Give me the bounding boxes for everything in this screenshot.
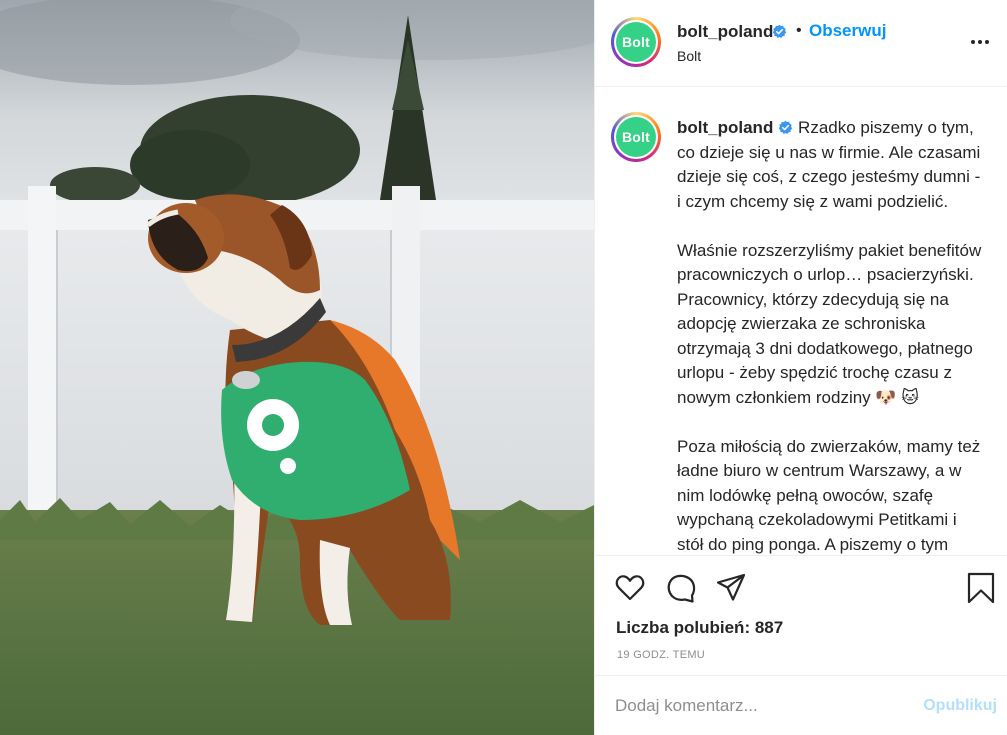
post-sidebar: Bolt bolt_poland • Obserwuj Bolt Bolt bo… <box>594 0 1007 735</box>
comments-section[interactable]: Bolt bolt_poland Rzadko piszemy o tym, c… <box>595 88 1007 555</box>
caption-text: Rzadko piszemy o tym, co dzieje się u na… <box>677 118 982 554</box>
verified-badge-icon <box>779 120 793 134</box>
caption-username[interactable]: bolt_poland <box>677 118 773 137</box>
likes-count[interactable]: Liczba polubień: 887 <box>616 618 783 638</box>
post-header: Bolt bolt_poland • Obserwuj Bolt <box>595 0 1007 87</box>
separator-dot: • <box>796 22 802 39</box>
bolt-logo: Bolt <box>616 117 656 157</box>
dog-photo-image <box>0 0 594 735</box>
post-photo[interactable] <box>0 0 594 735</box>
comment-icon[interactable] <box>665 572 697 604</box>
caption-avatar[interactable]: Bolt <box>611 112 661 162</box>
heart-icon[interactable] <box>614 572 646 604</box>
more-options-icon[interactable] <box>967 30 993 54</box>
account-username[interactable]: bolt_poland <box>677 22 773 42</box>
follow-button[interactable]: Obserwuj <box>809 21 886 41</box>
bolt-logo: Bolt <box>616 22 656 62</box>
post-actions: Liczba polubień: 887 19 GODZ. TEMU <box>595 555 1007 675</box>
post-caption: bolt_poland Rzadko piszemy o tym, co dzi… <box>677 116 983 555</box>
account-subtitle: Bolt <box>677 48 702 64</box>
comment-input[interactable] <box>615 694 905 718</box>
comment-form: Opublikuj <box>595 675 1007 735</box>
post-timestamp[interactable]: 19 GODZ. TEMU <box>617 649 705 661</box>
verified-badge-icon <box>772 24 787 38</box>
bookmark-icon[interactable] <box>965 572 997 604</box>
publish-button[interactable]: Opublikuj <box>913 694 997 718</box>
avatar[interactable]: Bolt <box>611 17 661 67</box>
share-icon[interactable] <box>715 572 747 604</box>
